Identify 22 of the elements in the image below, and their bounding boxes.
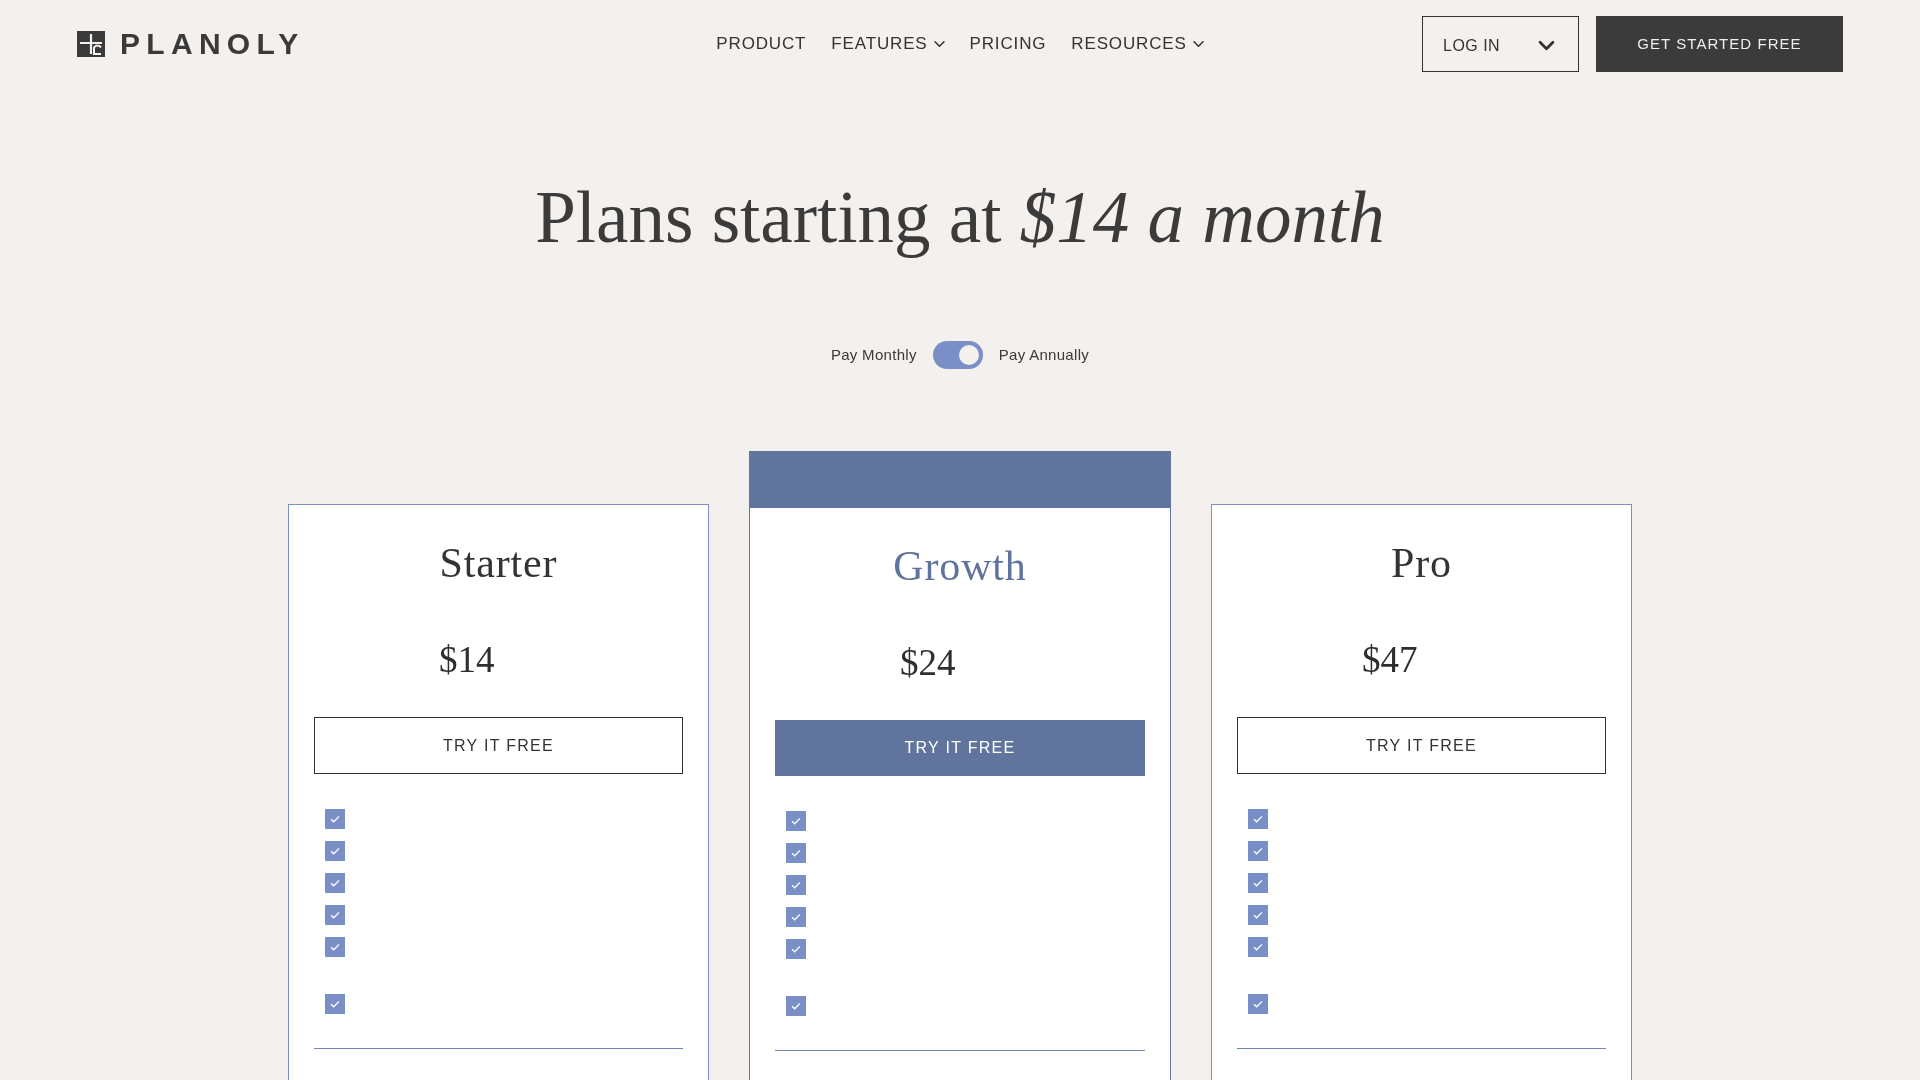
nav-link[interactable]: FEATURES (831, 31, 945, 57)
plan-name: Growth (893, 542, 1027, 591)
plan-name: Starter (439, 539, 558, 588)
nav-link[interactable]: RESOURCES (1071, 31, 1204, 57)
try-button[interactable]: TRY IT FREE (775, 720, 1145, 776)
nav-link[interactable]: PRODUCT (716, 31, 807, 57)
toggle-switch[interactable] (932, 341, 983, 369)
plan-price: $14 (439, 638, 495, 682)
page-heading: Plans starting at $14 a month (534, 176, 1386, 260)
logo-icon (77, 31, 105, 57)
logo-text: PLANOLY (120, 29, 305, 59)
chevron-down-icon (1539, 41, 1554, 50)
plan-price: $24 (900, 641, 956, 685)
get-started-button[interactable]: GET STARTED FREE (1596, 16, 1843, 72)
login-button[interactable]: LOG IN (1422, 16, 1579, 72)
toggle-label: Pay Monthly (830, 344, 917, 365)
try-button[interactable]: TRY IT FREE (314, 717, 683, 774)
toggle-label: Pay Annually (998, 344, 1090, 365)
try-button[interactable]: TRY IT FREE (1237, 717, 1606, 774)
plan-price: $47 (1362, 638, 1418, 682)
nav-link[interactable]: PRICING (969, 31, 1047, 57)
plan-name: Pro (1391, 539, 1452, 588)
